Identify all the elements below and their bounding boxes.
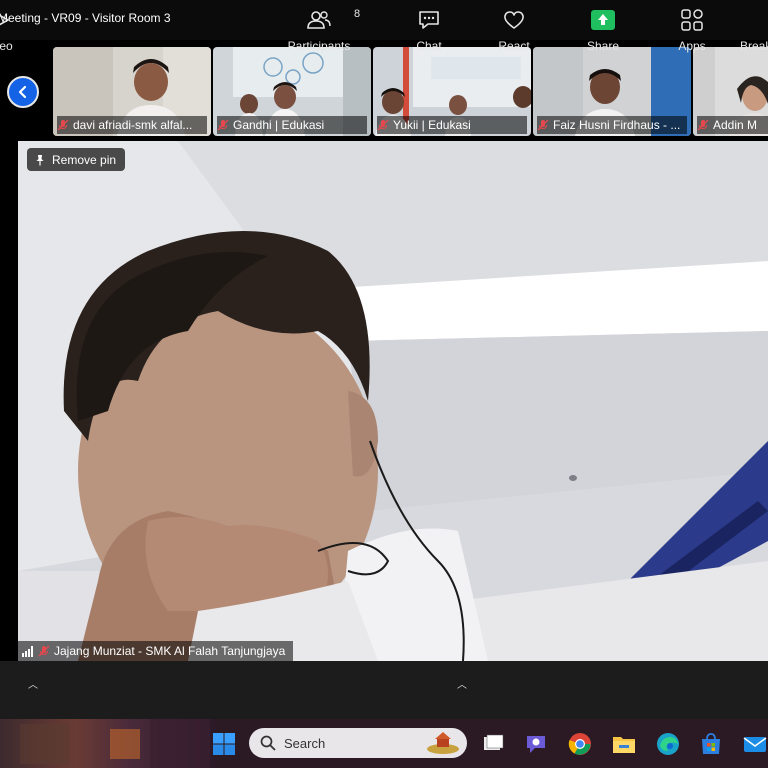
participant-label: davi afriadi-smk alfal... — [57, 116, 207, 134]
participant-name: davi afriadi-smk alfal... — [73, 118, 193, 132]
participant-name: Yukii | Edukasi — [393, 118, 471, 132]
apps-label: Apps — [678, 39, 706, 53]
file-explorer-icon[interactable] — [612, 732, 636, 756]
participant-tile[interactable]: Gandhi | Edukasi — [213, 47, 371, 136]
react-label: React — [498, 39, 530, 53]
participant-label: Faiz Husni Firdhaus - ... — [537, 116, 687, 134]
taskbar-search[interactable]: Search — [249, 728, 467, 758]
participant-label: Addin M — [697, 116, 768, 134]
desktop-wallpaper — [0, 719, 215, 768]
heart-icon — [504, 11, 524, 29]
mic-muted-icon — [57, 119, 69, 131]
participant-name: Addin M — [713, 118, 758, 132]
taskbar: Search — [0, 719, 768, 768]
remove-pin-button[interactable]: Remove pin — [27, 148, 126, 171]
speaker-name: Jajang Munziat - SMK Al Falah Tanjungjay… — [54, 644, 286, 658]
search-highlight-icon — [427, 732, 459, 754]
meet-icon[interactable] — [524, 732, 548, 756]
speaker-label: Jajang Munziat - SMK Al Falah Tanjungjay… — [18, 641, 294, 661]
video-options-caret[interactable]: ︿ — [28, 676, 38, 691]
apps-icon — [681, 9, 703, 31]
breakout-button[interactable]: Break — [740, 6, 768, 53]
mic-muted-icon — [697, 119, 709, 131]
search-icon — [260, 735, 276, 751]
mic-muted-icon — [38, 645, 50, 657]
participants-button[interactable]: 8 Participants — [287, 6, 360, 53]
title-bar: Meeting - VR09 - Visitor Room 3 — [0, 0, 768, 40]
chat-options-caret[interactable]: ︿ — [457, 676, 467, 691]
react-button[interactable]: React — [496, 6, 532, 53]
participants-count: 8 — [354, 8, 361, 20]
connection-signal-icon — [22, 645, 33, 657]
speaker-video-image — [18, 141, 768, 661]
meeting-toolbar — [0, 661, 768, 719]
participant-tile[interactable]: Addin M — [693, 47, 768, 136]
mic-muted-icon — [217, 119, 229, 131]
video-icon — [0, 14, 10, 26]
chevron-left-icon — [18, 85, 27, 99]
mail-icon[interactable] — [743, 732, 767, 756]
windows-start-icon[interactable] — [212, 732, 236, 756]
apps-button[interactable]: Apps — [677, 6, 707, 53]
participant-name: Gandhi | Edukasi — [233, 118, 325, 132]
participant-tile[interactable]: Yukii | Edukasi — [373, 47, 531, 136]
chat-icon — [419, 11, 439, 29]
mic-muted-icon — [377, 119, 389, 131]
breakout-label: Break — [740, 39, 768, 53]
participant-label: Gandhi | Edukasi — [217, 116, 367, 134]
search-placeholder: Search — [284, 735, 326, 751]
participants-label: Participants — [287, 39, 351, 53]
store-icon[interactable] — [699, 732, 723, 756]
participant-name: Faiz Husni Firdhaus - ... — [553, 118, 681, 132]
mic-muted-icon — [537, 119, 549, 131]
chrome-icon[interactable] — [568, 732, 592, 756]
video-label: eo — [0, 39, 13, 53]
share-screen-icon — [591, 10, 615, 30]
video-button[interactable]: eo — [0, 6, 16, 53]
chat-button[interactable]: Chat — [414, 6, 444, 53]
gallery-prev-button[interactable] — [7, 76, 39, 108]
chat-label: Chat — [416, 39, 442, 53]
pin-icon — [36, 154, 44, 165]
participant-tile[interactable]: davi afriadi-smk alfal... — [53, 47, 211, 136]
participant-label: Yukii | Edukasi — [377, 116, 527, 134]
task-view-icon[interactable] — [481, 732, 505, 756]
speaker-video — [18, 141, 768, 661]
window-title: Meeting - VR09 - Visitor Room 3 — [0, 11, 171, 25]
wallpaper-pattern — [20, 719, 210, 768]
share-label: Share — [586, 39, 620, 53]
share-button[interactable]: Share — [586, 6, 620, 53]
edge-icon[interactable] — [656, 732, 680, 756]
remove-pin-label: Remove pin — [52, 152, 117, 167]
participants-icon — [307, 11, 331, 29]
participant-tile[interactable]: Faiz Husni Firdhaus - ... — [533, 47, 691, 136]
